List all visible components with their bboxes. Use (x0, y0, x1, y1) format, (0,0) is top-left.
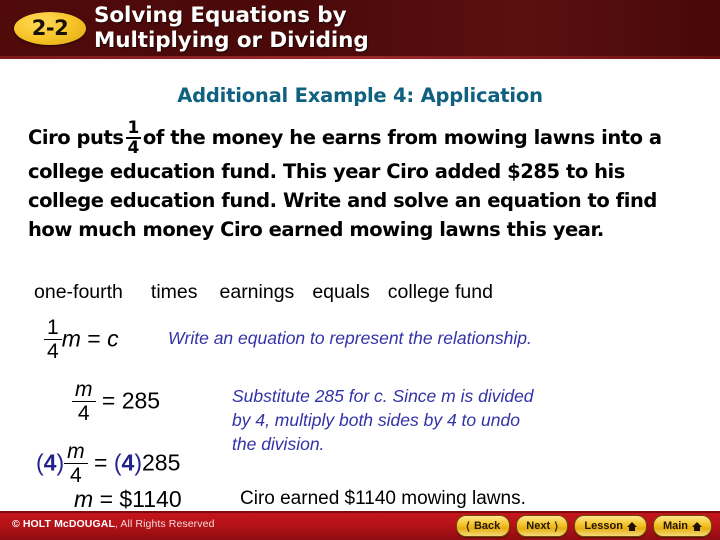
slide-header: 2-2 Solving Equations by Multiplying or … (0, 0, 720, 56)
word-equation-times: times (150, 281, 198, 303)
right-multiplier-4: 4 (121, 449, 135, 476)
fraction-numerator: m (67, 440, 85, 463)
equals-sign: = (99, 486, 113, 512)
lesson-button-label: Lesson (584, 520, 623, 532)
next-button[interactable]: Next ⟩ (516, 515, 569, 537)
annotation-line-3: the division. (232, 434, 325, 454)
variable-m: m (74, 486, 94, 512)
value-285: 285 (121, 387, 161, 414)
fraction-denominator: 4 (70, 464, 82, 487)
fraction-m-over-4: m4 (72, 378, 96, 425)
equation-step-2: m4 = 285 (72, 378, 161, 425)
equals-sign: = (101, 387, 116, 414)
right-parenthesis-2: ) (134, 449, 142, 476)
annotation-line-2: by 4, multiply both sides by 4 to undo (232, 410, 520, 430)
annotation-line-1: Substitute 285 for c. Since m is divided (232, 386, 534, 406)
value-285: 285 (142, 449, 181, 476)
fraction-numerator: m (75, 378, 93, 401)
header-divider (0, 56, 720, 59)
chevron-right-icon: ⟩ (554, 520, 559, 533)
home-icon (626, 521, 637, 531)
problem-statement: Ciro puts 1 4 of the money he earns from mo… (28, 120, 704, 244)
main-button-label: Main (662, 520, 688, 532)
equals-sign: = (94, 449, 108, 476)
word-equation-one-fourth: one-fourth (34, 281, 123, 303)
chevron-left-icon: ⟨ (465, 520, 470, 533)
page-title-line-2: Multiplying or Dividing (94, 28, 369, 53)
fraction-denominator: 4 (127, 138, 140, 158)
page-title: Solving Equations by Multiplying or Divi… (94, 3, 704, 53)
fraction-one-fourth: 14 (44, 316, 62, 363)
home-icon (692, 521, 702, 531)
inline-fraction-one-fourth: 14 (125, 118, 141, 158)
right-parenthesis: ) (56, 449, 65, 476)
page-title-line-1: Solving Equations by (94, 3, 347, 28)
navigation-buttons: ⟨ Back Next ⟩ Lesson Main (455, 515, 712, 537)
word-equation-college-fund: college fund (387, 281, 493, 303)
fraction-numerator: 1 (47, 316, 59, 339)
lesson-number-badge: 2-2 (14, 12, 86, 45)
back-button-label: Back (473, 520, 501, 532)
equation-step-1-annotation: Write an equation to represent the relat… (168, 328, 532, 348)
fraction-numerator: 1 (127, 118, 140, 138)
answer-value: $1140 (119, 486, 182, 512)
word-equation-row: one-fourth times earnings equals college fun… (34, 281, 694, 304)
word-equation-earnings: earnings (219, 281, 295, 303)
fraction-denominator: 4 (77, 402, 90, 425)
equation-step-4: m = $1140 (74, 486, 182, 513)
equation-step-1: 14m = c (44, 316, 119, 363)
copyright-brand: © HOLT McDOUGAL (12, 518, 115, 530)
equals-sign: = (87, 325, 101, 352)
back-button[interactable]: ⟨ Back (455, 515, 511, 537)
word-equation-equals: equals (312, 281, 370, 303)
fraction-denominator: 4 (47, 340, 59, 363)
example-subtitle: Additional Example 4: Application (177, 84, 543, 107)
variable-m: m (61, 325, 81, 352)
final-answer-sentence: Ciro earned $1140 mowing lawns. (240, 488, 526, 509)
lesson-home-button[interactable]: Lesson (574, 515, 647, 537)
lesson-number-label: 2-2 (31, 16, 69, 40)
equation-step-3: (4) m 4 = (4)285 (36, 440, 181, 487)
left-multiplier-4: 4 (43, 449, 57, 476)
fraction-m-over-4: m4 (64, 440, 88, 487)
copyright-rest: , All Rights Reserved (114, 518, 215, 530)
problem-text-part-1: Ciro puts (28, 126, 124, 149)
next-button-label: Next (526, 520, 551, 532)
copyright-notice: © HOLT McDOUGAL, All Rights Reserved (12, 518, 215, 530)
equation-step-2-annotation: Substitute 285 for c. Since m is divided… (232, 384, 672, 456)
left-parenthesis-2: ( (113, 449, 122, 476)
left-parenthesis: ( (36, 449, 44, 476)
variable-c: c (107, 325, 119, 352)
main-home-button[interactable]: Main (652, 515, 712, 537)
